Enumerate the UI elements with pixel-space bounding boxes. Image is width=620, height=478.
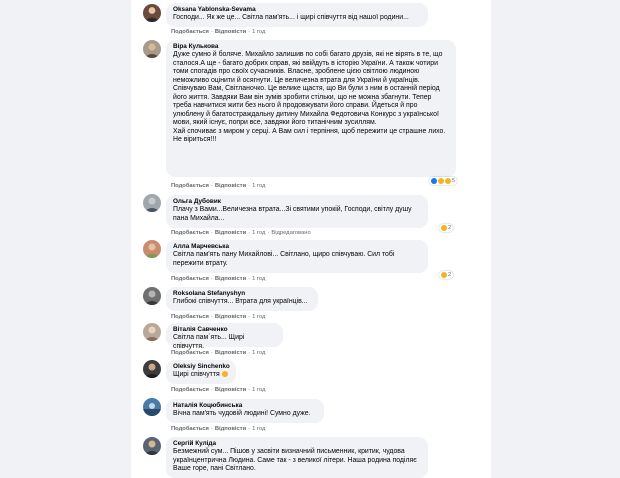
avatar-photo <box>144 363 160 378</box>
like-link[interactable]: Подобається <box>171 183 209 189</box>
comment-text: Безмежний сум... Пішов у засвіти визначн… <box>173 448 417 473</box>
avatar[interactable] <box>143 323 161 341</box>
comment-author[interactable]: Наталія Коцюбинська <box>173 402 317 410</box>
comment-author[interactable]: Oleksiy Sinchenko <box>173 363 230 371</box>
comment-actions: Подобається · Відповісти · 1 год <box>171 183 266 189</box>
reply-link[interactable]: Відповісти <box>215 29 246 35</box>
comment-time[interactable]: 1 год <box>252 276 265 282</box>
avatar[interactable] <box>143 437 161 455</box>
reply-link[interactable]: Відповісти <box>215 426 246 432</box>
comment-text: Щирі співчуття <box>173 371 229 380</box>
comment-text: Світла пам'ять пану Михайлові... Світлан… <box>173 251 395 267</box>
avatar[interactable] <box>143 4 161 22</box>
comment-time[interactable]: 1 год <box>252 183 265 189</box>
avatar-photo <box>144 243 160 258</box>
reply-link[interactable]: Відповісти <box>215 314 246 320</box>
avatar-photo <box>144 197 160 212</box>
like-link[interactable]: Подобається <box>171 350 209 356</box>
reaction-count: 2 <box>448 272 452 278</box>
like-link[interactable]: Подобається <box>171 314 209 320</box>
comment-actions: Подобається · Відповісти · 1 год <box>171 350 266 356</box>
comment-text: Господи... Як же це... Світла пам'ять...… <box>173 14 409 21</box>
like-link[interactable]: Подобається <box>171 387 209 393</box>
avatar-photo <box>144 7 160 22</box>
comment-actions: Подобається · Відповісти · 1 год · Відредагова… <box>171 230 311 236</box>
care-reaction-icon <box>438 178 444 184</box>
avatar[interactable] <box>143 240 161 258</box>
reply-link[interactable]: Відповісти <box>215 183 246 189</box>
sad-emoji-icon <box>221 371 228 377</box>
comment-actions: Подобається · Відповісти · 1 год <box>171 29 266 35</box>
avatar[interactable] <box>143 398 161 416</box>
avatar-photo <box>144 326 160 341</box>
comment-author[interactable]: Віра Кулькова <box>173 43 449 51</box>
like-reaction-icon <box>431 178 437 184</box>
comment-bubble: Наталія Коцюбинська Вічна пам'ять чудові… <box>166 399 324 423</box>
comment-bubble: Алла Марчевська Світла пам'ять пану Миха… <box>166 240 428 273</box>
sad-reaction-icon <box>441 225 447 231</box>
comment-author[interactable]: Віталія Савченко <box>173 326 276 334</box>
comment-actions: Подобається · Відповісти · 1 год <box>171 314 266 320</box>
comment-author[interactable]: Oksana Yablonska-Sevama <box>173 6 421 14</box>
comment-text: Плачу з Вами...Величезна втрата...Зі свя… <box>173 206 412 222</box>
comment-bubble: Ольга Дубовик Плачу з Вами...Величезна в… <box>166 195 428 228</box>
comment-bubble: Oksana Yablonska-Sevama Господи... Як же… <box>166 3 428 27</box>
comment-time[interactable]: 1 год <box>252 314 265 320</box>
comment-actions: Подобається · Відповісти · 1 год <box>171 276 266 282</box>
avatar-photo <box>144 440 160 455</box>
comment-time[interactable]: 1 год <box>252 387 265 393</box>
comment-bubble: Віра Кулькова Дуже сумно й боляче. Михай… <box>166 40 456 177</box>
avatar-photo <box>144 290 160 305</box>
comment-bubble: Віталія Савченко Світла пам`ять... Щирі … <box>166 323 283 350</box>
comment-time[interactable]: 1 год <box>252 230 265 236</box>
reaction-count: 2 <box>448 225 452 231</box>
like-link[interactable]: Подобається <box>171 230 209 236</box>
comment-bubble: Roksolana Stefanyshyn Глибокі співчуття.… <box>166 287 318 311</box>
reply-link[interactable]: Відповісти <box>215 230 246 236</box>
reaction-summary[interactable]: 2 <box>439 271 454 279</box>
comment-text: Світла пам`ять... Щирі співчуття. <box>173 334 245 350</box>
like-link[interactable]: Подобається <box>171 426 209 432</box>
reaction-summary[interactable]: 5 <box>429 177 458 185</box>
comments-panel: Oksana Yablonska-Sevama Господи... Як же… <box>131 0 491 478</box>
avatar[interactable] <box>143 194 161 212</box>
avatar-photo <box>144 43 160 58</box>
comment-text: Дуже сумно й боляче. Михайло залишив по … <box>173 51 446 144</box>
comment-text: Глибокі співчуття... Втрата для українці… <box>173 298 308 305</box>
comment-text: Вічна пам'ять чудовій людині! Сумно дуже… <box>173 410 311 417</box>
comment-time[interactable]: 1 год <box>252 350 265 356</box>
edited-label[interactable]: Відредаговано <box>271 230 310 236</box>
reaction-count: 5 <box>452 178 456 184</box>
sad-reaction-icon <box>441 272 447 278</box>
avatar-photo <box>143 403 161 416</box>
comment-time[interactable]: 1 год <box>252 29 265 35</box>
reply-link[interactable]: Відповісти <box>215 350 246 356</box>
comment-author[interactable]: Ольга Дубовик <box>173 198 421 206</box>
comment-actions: Подобається · Відповісти · 1 год <box>171 387 266 393</box>
comment-author[interactable]: Алла Марчевська <box>173 243 421 251</box>
reaction-summary[interactable]: 2 <box>439 224 454 232</box>
avatar[interactable] <box>143 40 161 58</box>
reply-link[interactable]: Відповісти <box>215 276 246 282</box>
avatar[interactable] <box>143 287 161 305</box>
comment-bubble: Oleksiy Sinchenko Щирі співчуття <box>166 360 236 384</box>
comment-author[interactable]: Сергій Куліда <box>173 440 421 448</box>
comment-text-value: Щирі співчуття <box>173 371 220 378</box>
avatar[interactable] <box>143 360 161 378</box>
like-link[interactable]: Подобається <box>171 276 209 282</box>
comment-author[interactable]: Roksolana Stefanyshyn <box>173 290 311 298</box>
reply-link[interactable]: Відповісти <box>215 387 246 393</box>
comment-actions: Подобається · Відповісти · 1 год <box>171 426 266 432</box>
sad-reaction-icon <box>445 178 451 184</box>
like-link[interactable]: Подобається <box>171 29 209 35</box>
comment-time[interactable]: 1 год <box>252 426 265 432</box>
comment-bubble: Сергій Куліда Безмежний сум... Пішов у з… <box>166 437 428 478</box>
